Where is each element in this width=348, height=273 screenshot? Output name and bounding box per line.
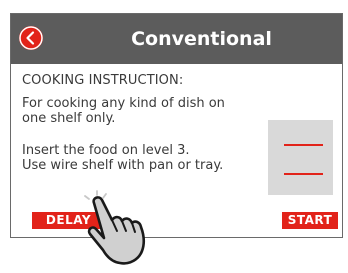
chevron-left-icon — [19, 26, 43, 50]
instruction-paragraph-2: Insert the food on level 3. Use wire she… — [22, 143, 277, 173]
instruction-line: For cooking any kind of dish on — [22, 96, 225, 111]
instruction-line: Use wire shelf with pan or tray. — [22, 158, 224, 173]
start-button[interactable]: START — [282, 212, 338, 229]
pointing-hand-icon — [84, 190, 146, 265]
header-bar: Conventional — [11, 14, 342, 64]
oven-display: Conventional COOKING INSTRUCTION: For co… — [10, 13, 343, 238]
section-label: COOKING INSTRUCTION: — [22, 73, 184, 88]
shelf-line-icon — [284, 144, 323, 146]
instruction-line: one shelf only. — [22, 111, 116, 126]
shelf-line-icon — [284, 173, 323, 175]
instruction-paragraph-1: For cooking any kind of dish on one shel… — [22, 96, 277, 126]
instruction-line: Insert the food on level 3. — [22, 143, 190, 158]
oven-shelf-level-icon — [268, 120, 333, 195]
back-button[interactable] — [19, 26, 43, 50]
page-title: Conventional — [131, 28, 272, 50]
